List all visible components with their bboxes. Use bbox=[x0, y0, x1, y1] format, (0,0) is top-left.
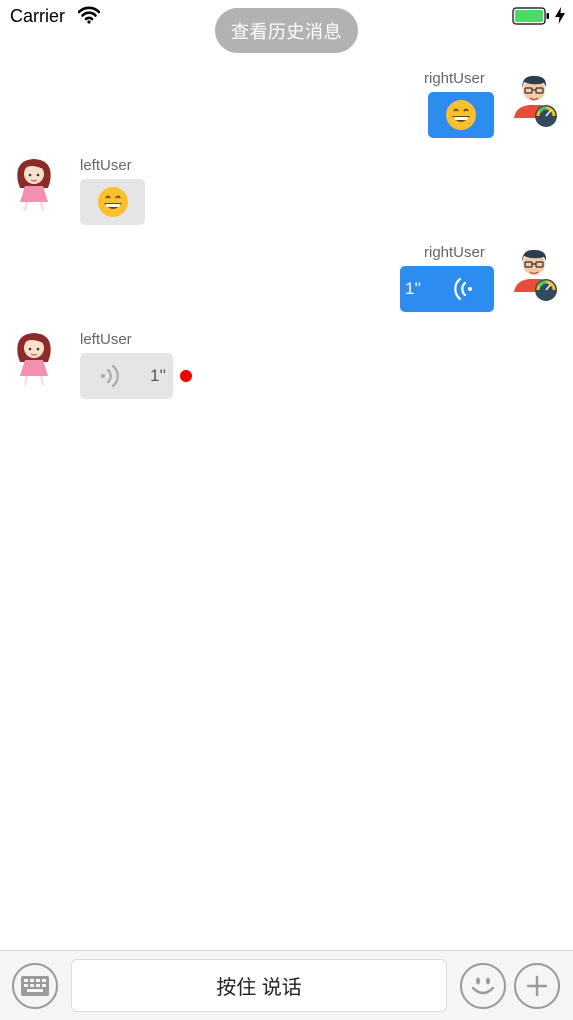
voice-duration: 1'' bbox=[150, 366, 166, 385]
charging-bolt-icon bbox=[555, 7, 565, 24]
battery-icon bbox=[512, 7, 549, 25]
voice-duration: 1'' bbox=[405, 279, 421, 298]
emoji-button[interactable] bbox=[460, 963, 506, 1009]
keyboard-toggle-button[interactable] bbox=[12, 963, 58, 1009]
voice-wave-icon bbox=[454, 277, 472, 301]
left-user-avatar[interactable] bbox=[10, 328, 60, 388]
message-1-bubble[interactable] bbox=[428, 92, 494, 138]
view-history-label: 查看历史消息 bbox=[231, 21, 342, 42]
grinning-face-icon bbox=[446, 100, 476, 130]
grinning-face-icon bbox=[97, 187, 128, 217]
left-user-avatar[interactable] bbox=[10, 154, 60, 214]
right-user-avatar[interactable] bbox=[510, 244, 560, 304]
voice-wave-icon bbox=[101, 364, 119, 388]
message-1-username: rightUser bbox=[424, 70, 485, 87]
message-2-username: leftUser bbox=[80, 157, 132, 174]
more-options-button[interactable] bbox=[514, 963, 560, 1009]
message-2-bubble[interactable] bbox=[80, 179, 145, 225]
message-3-voice-bubble[interactable]: 1'' bbox=[400, 266, 494, 312]
message-3-username: rightUser bbox=[424, 244, 485, 261]
smiley-icon bbox=[471, 977, 495, 995]
message-4-username: leftUser bbox=[80, 331, 132, 348]
plus-icon bbox=[526, 975, 548, 997]
right-user-avatar[interactable] bbox=[510, 70, 560, 130]
message-4-voice-bubble[interactable]: 1'' bbox=[80, 353, 173, 399]
unread-indicator bbox=[180, 370, 192, 382]
keyboard-icon bbox=[21, 976, 49, 996]
hold-to-talk-button[interactable]: 按住 说话 bbox=[71, 959, 447, 1012]
view-history-button[interactable]: 查看历史消息 bbox=[215, 8, 358, 53]
hold-to-talk-label: 按住 说话 bbox=[216, 977, 302, 999]
chat-input-toolbar: 按住 说话 bbox=[0, 950, 573, 1020]
